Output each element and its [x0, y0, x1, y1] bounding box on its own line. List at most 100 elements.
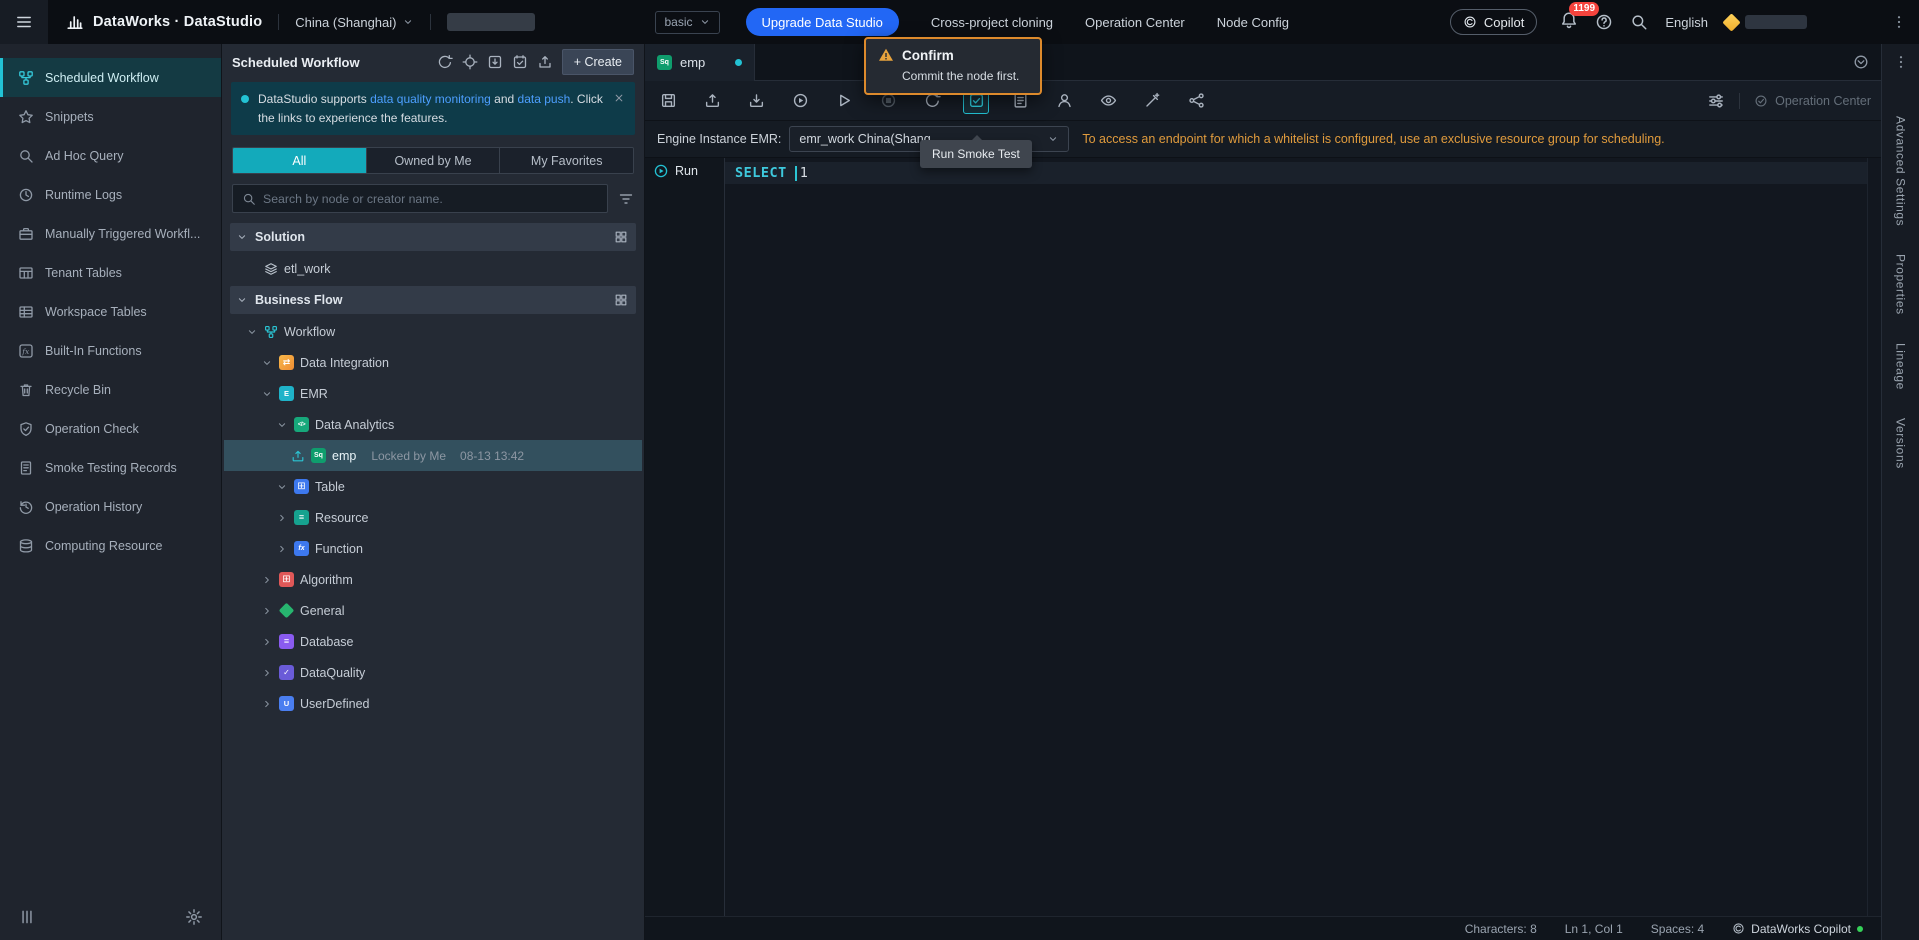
tree-item-workflow[interactable]: Workflow [224, 316, 642, 347]
sidebar-item-recycle-bin[interactable]: Recycle Bin [0, 370, 221, 409]
tree-item-emr[interactable]: EMR [224, 378, 642, 409]
tree-item-dataquality[interactable]: DataQuality [224, 657, 642, 688]
board-view-icon[interactable] [614, 293, 628, 307]
settings-gear-icon[interactable] [185, 908, 203, 926]
sidebar-item-manually-triggered-workflows[interactable]: Manually Triggered Workfl... [0, 214, 221, 253]
preview-button[interactable] [1095, 88, 1121, 114]
nav-operation-center[interactable]: Operation Center [1085, 15, 1185, 30]
close-icon[interactable] [613, 92, 625, 104]
locate-node-icon[interactable] [462, 54, 478, 70]
chevron-right-icon[interactable] [276, 543, 288, 555]
tree-item-table[interactable]: Table [224, 471, 642, 502]
brand[interactable]: DataWorks · DataStudio [66, 13, 262, 31]
help-icon[interactable] [1595, 13, 1613, 31]
sidebar-item-tenant-tables[interactable]: Tenant Tables [0, 253, 221, 292]
chevron-down-icon[interactable] [236, 231, 248, 243]
filter-icon[interactable] [618, 191, 634, 207]
chevron-down-icon[interactable] [261, 357, 273, 369]
tab-list-icon[interactable] [1853, 54, 1869, 70]
tree-item-data-integration[interactable]: Data Integration [224, 347, 642, 378]
tree-item-etl-work[interactable]: etl_work [224, 253, 642, 284]
operation-center-button[interactable]: Operation Center [1754, 94, 1871, 108]
save-button[interactable] [655, 88, 681, 114]
region-selector[interactable]: China (Shanghai) [295, 15, 414, 30]
create-button[interactable]: + Create [562, 49, 634, 75]
import-icon[interactable] [487, 54, 503, 70]
refresh-icon[interactable] [437, 54, 453, 70]
workspace-name-redacted[interactable] [447, 13, 535, 31]
editor-settings-icon[interactable] [1707, 92, 1725, 110]
copilot-button[interactable]: Copilot [1450, 9, 1537, 35]
sidebar-item-computing-resource[interactable]: Computing Resource [0, 526, 221, 565]
data-quality-monitoring-link[interactable]: data quality monitoring [370, 92, 491, 106]
language-selector[interactable]: English [1665, 15, 1708, 30]
copilot-status[interactable]: DataWorks Copilot [1732, 922, 1863, 936]
tab-owned-by-me[interactable]: Owned by Me [367, 148, 501, 173]
chevron-right-icon[interactable] [261, 667, 273, 679]
chevron-down-icon[interactable] [261, 388, 273, 400]
indent-setting[interactable]: Spaces: 4 [1651, 922, 1704, 936]
tab-properties[interactable]: Properties [1894, 254, 1908, 315]
nav-node-config[interactable]: Node Config [1217, 15, 1289, 30]
advanced-run-button[interactable] [831, 88, 857, 114]
sidebar-item-runtime-logs[interactable]: Runtime Logs [0, 175, 221, 214]
tree-item-emp[interactable]: emp Locked by Me 08-13 13:42 [224, 440, 642, 471]
sidebar-item-operation-check[interactable]: Operation Check [0, 409, 221, 448]
nav-cross-project-cloning[interactable]: Cross-project cloning [931, 15, 1053, 30]
download-button[interactable] [743, 88, 769, 114]
sidebar-item-workspace-tables[interactable]: Workspace Tables [0, 292, 221, 331]
tree-item-algorithm[interactable]: Algorithm [224, 564, 642, 595]
tree-item-resource[interactable]: Resource [224, 502, 642, 533]
commit-button[interactable] [699, 88, 725, 114]
batch-operation-icon[interactable] [512, 54, 528, 70]
collapse-panel-icon[interactable] [18, 908, 36, 926]
export-icon[interactable] [537, 54, 553, 70]
chevron-down-icon[interactable] [276, 419, 288, 431]
chevron-down-icon[interactable] [276, 481, 288, 493]
upgrade-data-studio-button[interactable]: Upgrade Data Studio [746, 8, 899, 36]
sidebar-item-ad-hoc-query[interactable]: Ad Hoc Query [0, 136, 221, 175]
tab-my-favorites[interactable]: My Favorites [500, 148, 633, 173]
tree-item-general[interactable]: General [224, 595, 642, 626]
tree-item-function[interactable]: Function [224, 533, 642, 564]
main-menu-button[interactable] [0, 0, 48, 44]
chevron-right-icon[interactable] [261, 698, 273, 710]
chevron-right-icon[interactable] [261, 605, 273, 617]
board-view-icon[interactable] [614, 230, 628, 244]
tree-item-data-analytics[interactable]: Data Analytics [224, 409, 642, 440]
editor-tab-emp[interactable]: emp [645, 44, 755, 81]
more-options-icon[interactable] [1893, 54, 1909, 70]
search-icon[interactable] [1630, 13, 1648, 31]
chevron-down-icon[interactable] [246, 326, 258, 338]
more-options-icon[interactable] [1891, 14, 1907, 30]
workflow-view-button[interactable] [1183, 88, 1209, 114]
editor-scrollbar[interactable] [1867, 158, 1881, 916]
code-editor[interactable]: SELECT 1 [725, 158, 1867, 916]
tab-advanced-settings[interactable]: Advanced Settings [1894, 116, 1908, 226]
tab-lineage[interactable]: Lineage [1894, 343, 1908, 390]
search-input[interactable] [263, 192, 598, 206]
run-toolbar-button[interactable] [787, 88, 813, 114]
run-button[interactable]: Run [653, 163, 698, 179]
chevron-down-icon[interactable] [236, 294, 248, 306]
sidebar-item-scheduled-workflow[interactable]: Scheduled Workflow [0, 58, 221, 97]
sidebar-item-snippets[interactable]: Snippets [0, 97, 221, 136]
format-sql-button[interactable] [1139, 88, 1165, 114]
account-badge[interactable] [1725, 15, 1807, 29]
env-selector[interactable]: basic [655, 11, 719, 34]
tab-versions[interactable]: Versions [1894, 418, 1908, 469]
data-push-link[interactable]: data push [518, 92, 571, 106]
tree-section-business-flow[interactable]: Business Flow [230, 286, 636, 314]
deploy-button[interactable] [1051, 88, 1077, 114]
chevron-right-icon[interactable] [276, 512, 288, 524]
chevron-right-icon[interactable] [261, 574, 273, 586]
notifications-button[interactable]: 1199 [1560, 11, 1578, 34]
sidebar-item-built-in-functions[interactable]: fxBuilt-In Functions [0, 331, 221, 370]
tree-item-userdefined[interactable]: UserDefined [224, 688, 642, 719]
sidebar-item-smoke-testing-records[interactable]: Smoke Testing Records [0, 448, 221, 487]
tab-all[interactable]: All [233, 148, 367, 173]
sidebar-item-operation-history[interactable]: Operation History [0, 487, 221, 526]
chevron-right-icon[interactable] [261, 636, 273, 648]
tree-item-database[interactable]: Database [224, 626, 642, 657]
tree-section-solution[interactable]: Solution [230, 223, 636, 251]
